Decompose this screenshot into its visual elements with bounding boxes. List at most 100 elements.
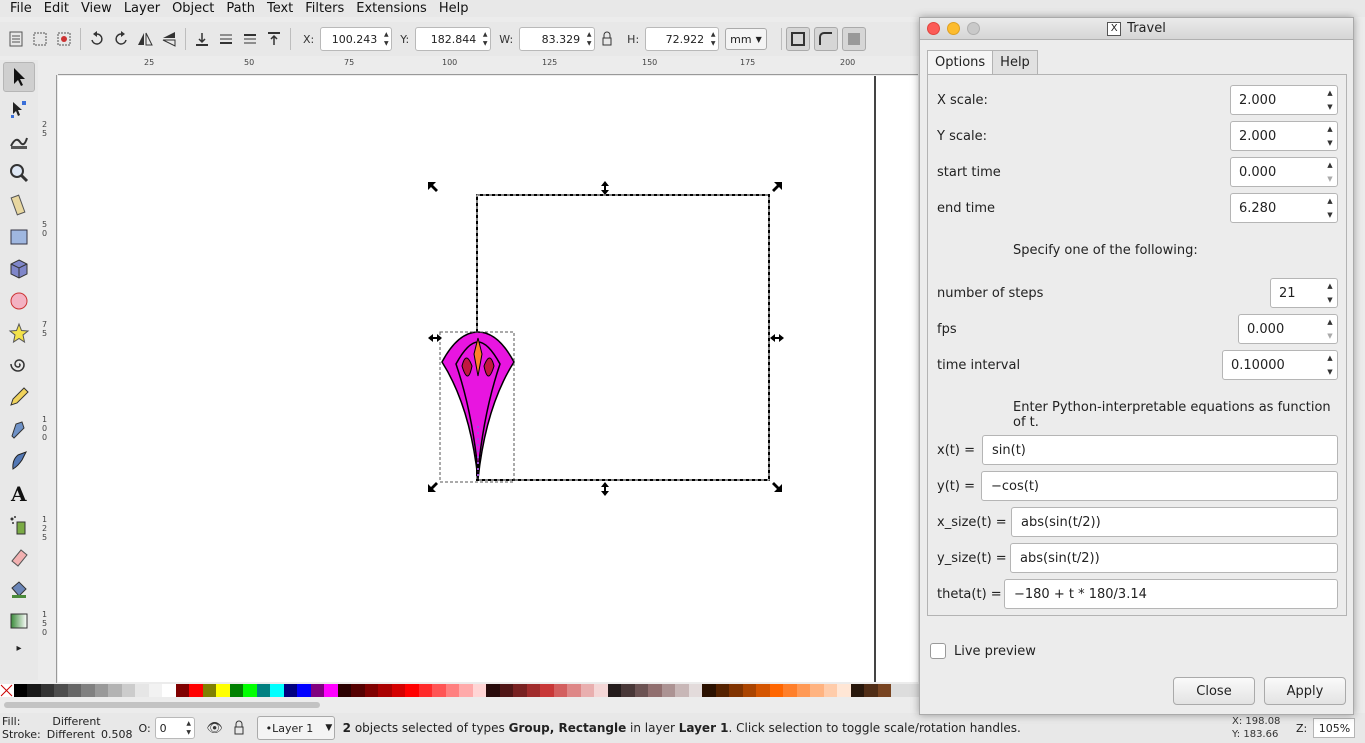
color-swatch[interactable] bbox=[378, 684, 392, 697]
menu-text[interactable]: Text bbox=[261, 0, 299, 17]
rotate-ccw-icon[interactable] bbox=[85, 27, 109, 51]
color-swatch[interactable] bbox=[850, 684, 864, 697]
color-swatch[interactable] bbox=[472, 684, 486, 697]
color-swatch[interactable] bbox=[729, 684, 743, 697]
color-swatch[interactable] bbox=[324, 684, 338, 697]
steps-stepper-icon[interactable]: ▲ ▼ bbox=[1323, 279, 1337, 307]
rectangle-tool-icon[interactable] bbox=[3, 222, 35, 252]
color-swatch[interactable] bbox=[256, 684, 270, 697]
color-swatch[interactable] bbox=[189, 684, 203, 697]
color-swatch[interactable] bbox=[202, 684, 216, 697]
color-swatch[interactable] bbox=[864, 684, 878, 697]
zoom-tool-icon[interactable] bbox=[3, 158, 35, 188]
menu-view[interactable]: View bbox=[75, 0, 118, 17]
color-swatch[interactable] bbox=[499, 684, 513, 697]
interval-stepper-icon[interactable]: ▲ ▼ bbox=[1323, 351, 1337, 379]
color-swatch[interactable] bbox=[526, 684, 540, 697]
color-swatch[interactable] bbox=[108, 684, 122, 697]
close-button[interactable]: Close bbox=[1173, 677, 1255, 705]
color-swatch[interactable] bbox=[81, 684, 95, 697]
interval-value[interactable]: 0.10000 bbox=[1223, 358, 1323, 373]
color-swatch[interactable] bbox=[297, 684, 311, 697]
x-spinbox[interactable]: 100.243 ▲ ▼ bbox=[320, 27, 393, 51]
lower-to-bottom-icon[interactable] bbox=[190, 27, 214, 51]
color-swatch[interactable] bbox=[540, 684, 554, 697]
paint-bucket-tool-icon[interactable] bbox=[3, 574, 35, 604]
layer-select[interactable]: •Layer 1 ▼ bbox=[256, 716, 335, 740]
color-swatch[interactable] bbox=[364, 684, 378, 697]
zoom-field[interactable]: 105% bbox=[1313, 718, 1356, 738]
tab-options[interactable]: Options bbox=[927, 50, 994, 74]
flip-horizontal-icon[interactable] bbox=[133, 27, 157, 51]
color-swatch[interactable] bbox=[607, 684, 621, 697]
color-swatch[interactable] bbox=[229, 684, 243, 697]
x-value[interactable]: 100.243 bbox=[321, 33, 381, 46]
fps-stepper-icon[interactable]: ▲ ▼ bbox=[1323, 315, 1337, 343]
color-swatch[interactable] bbox=[351, 684, 365, 697]
color-swatch[interactable] bbox=[648, 684, 662, 697]
yt-input[interactable]: −cos(t) bbox=[981, 471, 1338, 501]
ysize-input[interactable]: abs(sin(t/2)) bbox=[1010, 543, 1338, 573]
color-swatch[interactable] bbox=[13, 684, 27, 697]
interval-spinbox[interactable]: 0.10000 ▲ ▼ bbox=[1222, 350, 1338, 380]
transform-gradient-icon[interactable] bbox=[842, 27, 867, 51]
menu-file[interactable]: File bbox=[4, 0, 38, 17]
color-swatch[interactable] bbox=[702, 684, 716, 697]
calligraphy-tool-icon[interactable] bbox=[3, 446, 35, 476]
color-swatch[interactable] bbox=[418, 684, 432, 697]
color-swatch[interactable] bbox=[135, 684, 149, 697]
live-preview-row[interactable]: Live preview bbox=[930, 643, 1036, 659]
live-preview-checkbox[interactable] bbox=[930, 643, 946, 659]
color-swatch[interactable] bbox=[688, 684, 702, 697]
end-time-spinbox[interactable]: 6.280 ▲ ▼ bbox=[1230, 193, 1338, 223]
measure-tool-icon[interactable] bbox=[3, 190, 35, 220]
xt-value[interactable]: sin(t) bbox=[992, 443, 1026, 458]
apply-button[interactable]: Apply bbox=[1264, 677, 1346, 705]
deselect-icon[interactable] bbox=[52, 27, 76, 51]
color-swatch[interactable] bbox=[162, 684, 176, 697]
no-paint-swatch[interactable] bbox=[0, 684, 14, 697]
eye-icon[interactable]: 👁 bbox=[203, 716, 227, 740]
more-tools-icon[interactable]: ▸ bbox=[3, 638, 35, 658]
pen-tool-icon[interactable] bbox=[3, 414, 35, 444]
color-swatch[interactable] bbox=[594, 684, 608, 697]
color-swatch[interactable] bbox=[796, 684, 810, 697]
flower-group-object[interactable] bbox=[441, 331, 515, 480]
color-swatch[interactable] bbox=[27, 684, 41, 697]
flip-vertical-icon[interactable] bbox=[157, 27, 181, 51]
scale-stroke-icon[interactable] bbox=[786, 27, 811, 51]
dialog-titlebar[interactable]: X Travel bbox=[920, 18, 1353, 40]
x-scale-stepper-icon[interactable]: ▲ ▼ bbox=[1323, 86, 1337, 114]
color-swatch[interactable] bbox=[40, 684, 54, 697]
opacity-value[interactable]: 0 bbox=[156, 722, 184, 735]
color-swatch[interactable] bbox=[391, 684, 405, 697]
node-tool-icon[interactable] bbox=[3, 94, 35, 124]
color-swatch[interactable] bbox=[634, 684, 648, 697]
h-spinbox[interactable]: 72.922 ▲ ▼ bbox=[645, 27, 720, 51]
raise-to-top-icon[interactable] bbox=[262, 27, 286, 51]
opacity-spinbox[interactable]: 0 ▲ ▼ bbox=[154, 717, 195, 739]
color-swatch[interactable] bbox=[837, 684, 851, 697]
h-value[interactable]: 72.922 bbox=[646, 33, 708, 46]
y-scale-value[interactable]: 2.000 bbox=[1231, 129, 1323, 144]
zoom-value[interactable]: 105% bbox=[1319, 722, 1350, 735]
menu-help[interactable]: Help bbox=[433, 0, 475, 17]
tab-help[interactable]: Help bbox=[992, 50, 1038, 74]
theta-input[interactable]: −180 + t * 180/3.14 bbox=[1004, 579, 1338, 609]
steps-value[interactable]: 21 bbox=[1271, 286, 1323, 301]
x-stepper-icon[interactable]: ▲ ▼ bbox=[381, 28, 391, 50]
rectangle-object[interactable] bbox=[476, 194, 770, 481]
scrollbar-thumb[interactable] bbox=[4, 702, 320, 708]
color-swatch[interactable] bbox=[121, 684, 135, 697]
x-scale-spinbox[interactable]: 2.000 ▲ ▼ bbox=[1230, 85, 1338, 115]
raise-icon[interactable] bbox=[238, 27, 262, 51]
lower-icon[interactable] bbox=[214, 27, 238, 51]
h-stepper-icon[interactable]: ▲ ▼ bbox=[708, 28, 718, 50]
color-swatch[interactable] bbox=[486, 684, 500, 697]
pencil-tool-icon[interactable] bbox=[3, 382, 35, 412]
fill-stroke-indicator[interactable]: Fill: Different Stroke: Different 0.508 bbox=[2, 715, 132, 741]
w-stepper-icon[interactable]: ▲ ▼ bbox=[584, 28, 594, 50]
select-all-icon[interactable] bbox=[4, 27, 28, 51]
lock-icon[interactable] bbox=[595, 27, 619, 51]
menu-layer[interactable]: Layer bbox=[118, 0, 166, 17]
